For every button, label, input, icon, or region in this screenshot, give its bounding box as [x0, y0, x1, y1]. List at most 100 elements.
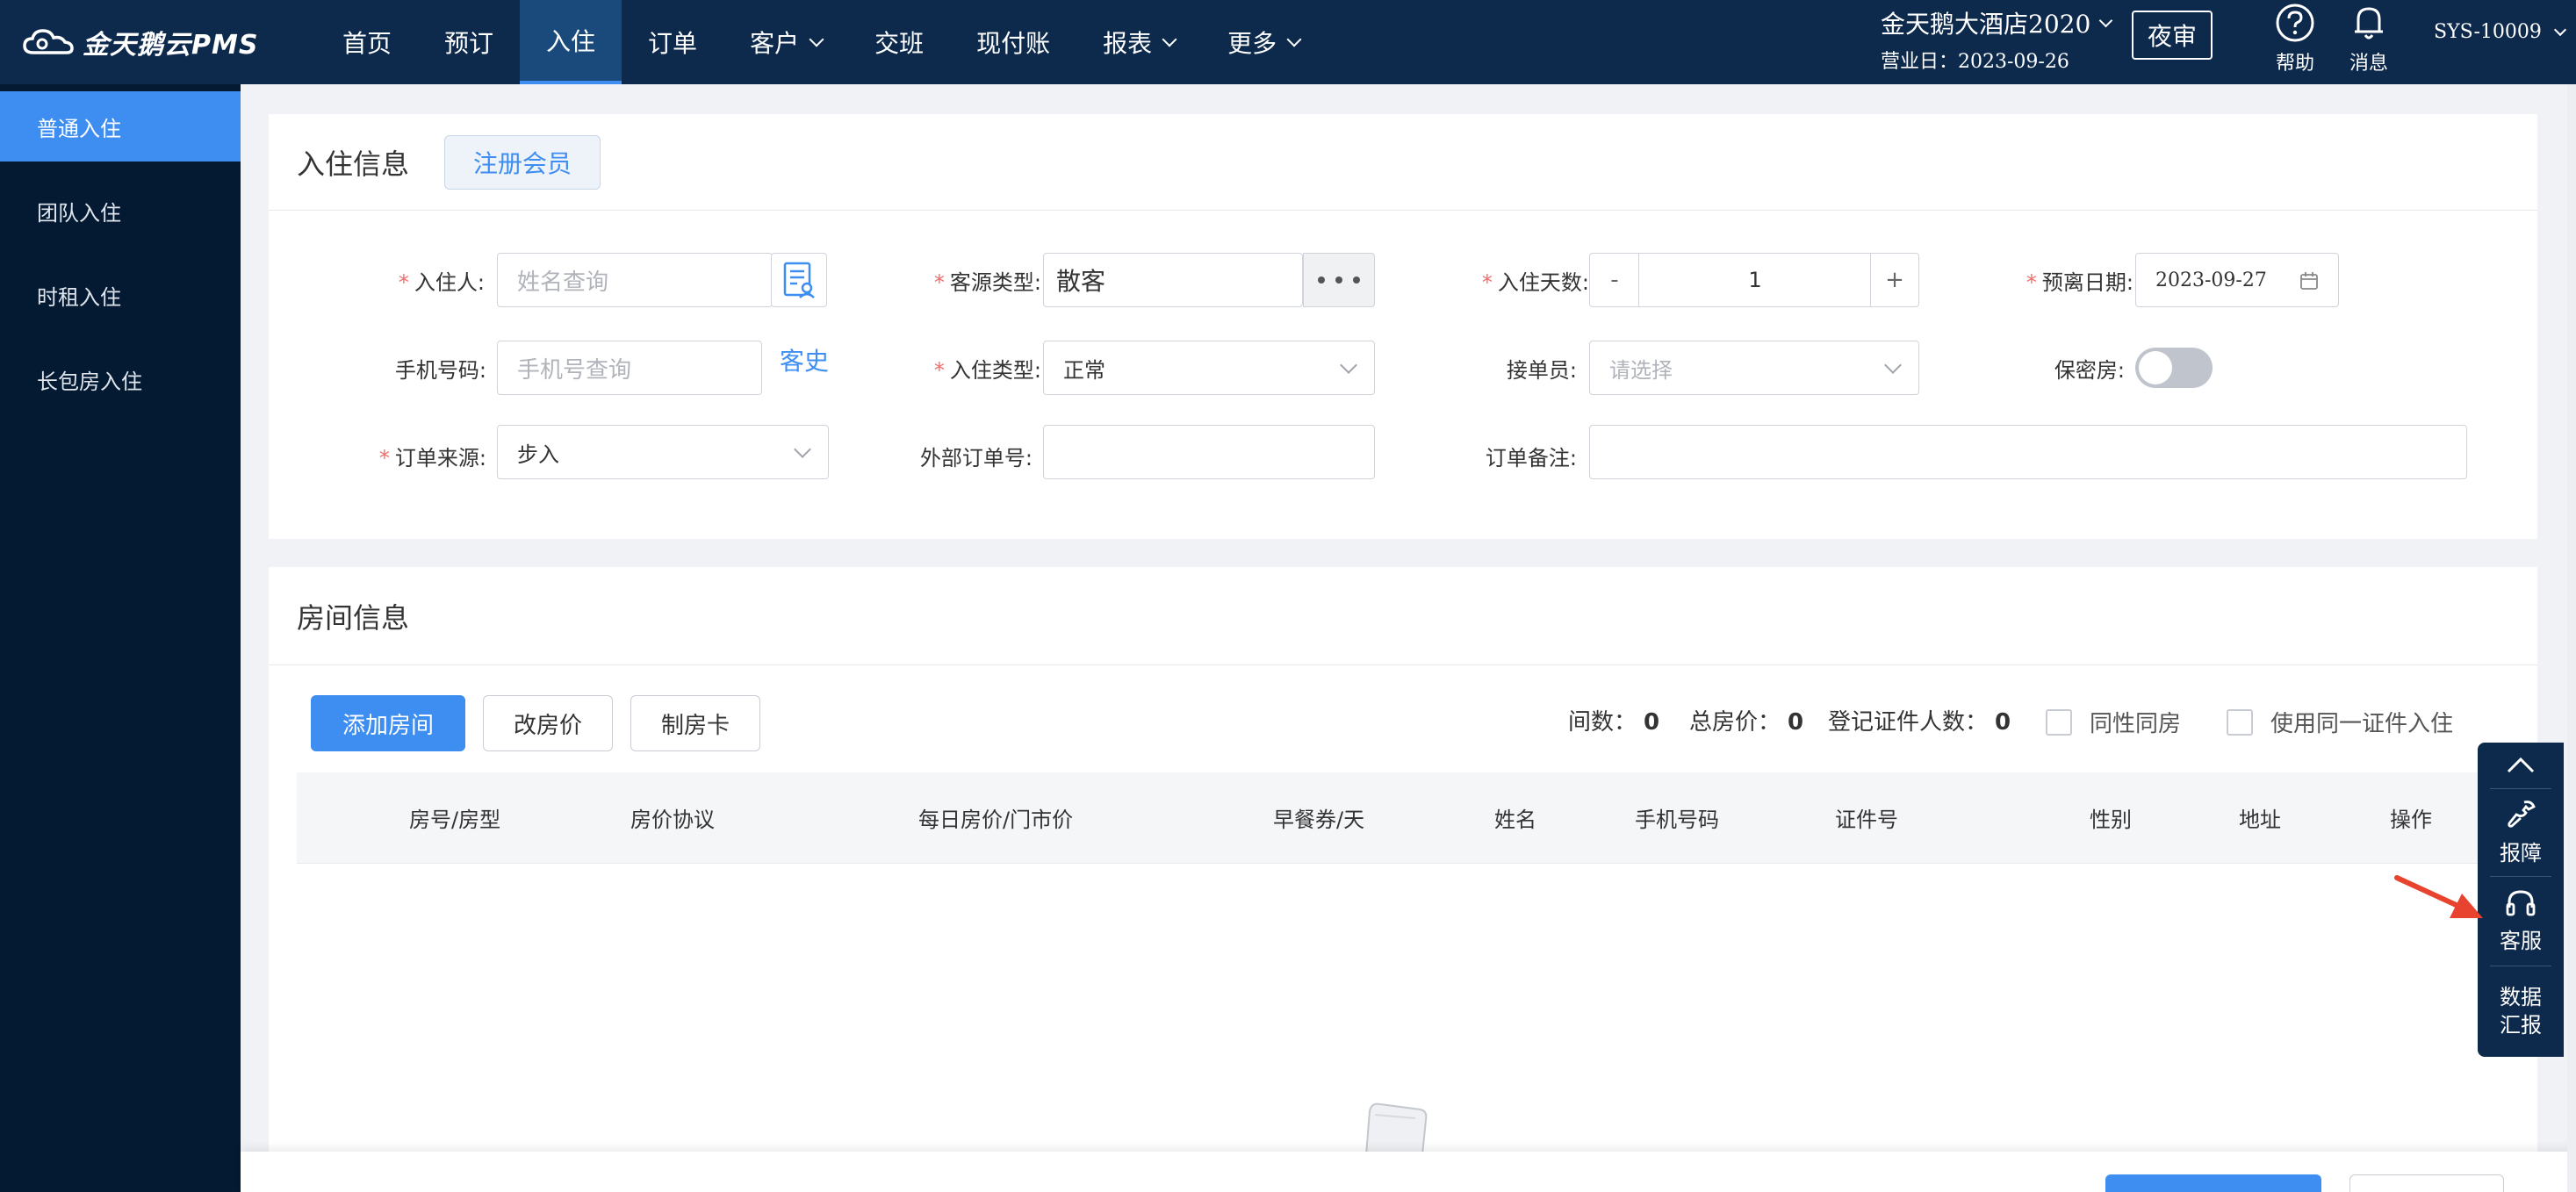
nav-shift-handover[interactable]: 交班	[848, 0, 950, 84]
source-type-field: 散客	[1043, 253, 1303, 307]
required-mark: *	[933, 358, 945, 383]
sidebar-item-hourly-checkin[interactable]: 时租入住	[0, 260, 241, 330]
nav-label: 预订	[444, 29, 494, 58]
nav-orders[interactable]: 订单	[622, 0, 723, 84]
guest-name-input[interactable]: 姓名查询	[497, 253, 773, 307]
external-order-label: 外部订单号:	[919, 446, 1033, 470]
checkin-type-label: * 入住类型:	[910, 353, 1041, 384]
empty-state-illustration	[1364, 1102, 1428, 1155]
nav-label: 现付账	[976, 29, 1051, 58]
make-room-card-button[interactable]: 制房卡	[630, 695, 760, 751]
checkin-type-select[interactable]: 正常	[1043, 341, 1375, 395]
receiver-select[interactable]: 请选择	[1589, 341, 1919, 395]
calendar-icon	[2300, 272, 2318, 290]
same-id-checkbox[interactable]	[2227, 709, 2253, 736]
required-mark: *	[378, 446, 390, 470]
required-mark: *	[933, 270, 945, 295]
chevron-down-icon	[2553, 23, 2566, 36]
stat-value: 0	[1995, 709, 2011, 736]
chevron-down-icon	[2098, 13, 2113, 27]
night-audit-button[interactable]: 夜审	[2132, 11, 2213, 60]
guest-history-link[interactable]: 客史	[780, 342, 829, 377]
nav-reports[interactable]: 报表	[1076, 0, 1201, 84]
data-report-button[interactable]: 数据 汇报	[2478, 983, 2564, 1039]
required-mark: *	[398, 270, 409, 295]
label-text: 入住类型:	[949, 358, 1041, 383]
phone-input[interactable]: 手机号查询	[497, 341, 762, 395]
external-order-input[interactable]	[1043, 425, 1375, 479]
field-value: 步入	[517, 442, 559, 467]
nav-label: 订单	[648, 29, 698, 58]
order-note-input[interactable]	[1589, 425, 2467, 479]
nights-increment-button[interactable]: +	[1870, 253, 1919, 307]
scroll-to-top-button[interactable]	[2478, 755, 2564, 779]
floating-service-panel: 报障 客服 数据 汇报	[2478, 743, 2564, 1057]
same-gender-label: 同性同房	[2090, 711, 2182, 737]
customer-service-button[interactable]: 客服	[2478, 888, 2564, 954]
change-price-button[interactable]: 改房价	[483, 695, 613, 751]
nav-customers[interactable]: 客户	[723, 0, 848, 84]
nights-decrement-button[interactable]: -	[1589, 253, 1640, 307]
nav-checkin[interactable]: 入住	[520, 0, 622, 84]
nav-more[interactable]: 更多	[1201, 0, 1326, 84]
id-card-reader-button[interactable]	[771, 253, 827, 307]
column-header: 每日房价/门市价	[918, 808, 1074, 832]
chevron-down-icon	[1286, 32, 1302, 47]
field-value: 正常	[1063, 357, 1105, 383]
column-header: 早餐券/天	[1273, 808, 1365, 832]
column-header: 操作	[2390, 808, 2432, 832]
field-value: 散客	[1056, 267, 1106, 296]
wrench-icon	[2508, 801, 2536, 828]
required-mark: *	[2026, 270, 2037, 295]
field-value: 2023-09-27	[2155, 269, 2267, 291]
secret-room-toggle[interactable]	[2135, 348, 2213, 388]
top-navbar: 金天鹅云PMS 首页 预订 入住 订单 客户 交班 现付账 报表 更多 金天鹅大…	[0, 0, 2576, 84]
brand-logo[interactable]: 金天鹅云PMS	[21, 19, 258, 65]
hotel-selector[interactable]: 金天鹅大酒店2020 营业日：2023-09-26	[1881, 5, 2113, 74]
checkin-info-header: 入住信息 注册会员	[269, 114, 2537, 211]
register-member-button[interactable]: 注册会员	[444, 134, 601, 190]
cancel-button[interactable]	[2349, 1174, 2504, 1192]
column-header: 地址	[2239, 808, 2281, 832]
sidebar-item-normal-checkin[interactable]: 普通入住	[0, 91, 241, 162]
same-gender-checkbox[interactable]	[2046, 709, 2072, 736]
main-nav: 首页 预订 入住 订单 客户 交班 现付账 报表 更多	[316, 0, 1326, 84]
nav-label: 首页	[342, 29, 392, 58]
nav-reservation[interactable]: 预订	[418, 0, 520, 84]
phone-label: 手机号码:	[394, 358, 486, 383]
secret-room-label: 保密房:	[2054, 358, 2125, 383]
source-type-picker-button[interactable]	[1303, 253, 1375, 307]
nights-input[interactable]: 1	[1638, 253, 1872, 307]
order-source-select[interactable]: 步入	[497, 425, 829, 479]
label-text: 客源类型:	[949, 270, 1041, 295]
departure-date-picker[interactable]: 2023-09-27	[2135, 253, 2339, 307]
sidebar-item-long-stay-checkin[interactable]: 长包房入住	[0, 344, 241, 414]
user-menu[interactable]: SYS-10009	[2434, 21, 2566, 43]
column-header: 手机号码	[1635, 808, 1719, 832]
chevron-up-icon	[2507, 757, 2535, 773]
messages-button[interactable]: 消息	[2334, 0, 2404, 84]
order-source-label: * 订单来源:	[360, 441, 486, 471]
id-count: 登记证件人数： 0	[1828, 704, 2011, 736]
help-button[interactable]: 帮助	[2260, 0, 2330, 84]
confirm-checkin-button[interactable]	[2105, 1174, 2321, 1192]
same-id-label: 使用同一证件入住	[2270, 711, 2454, 737]
chevron-down-icon	[1884, 356, 1902, 374]
report-fault-button[interactable]: 报障	[2478, 799, 2564, 866]
room-count: 间数： 0	[1568, 704, 1659, 736]
nav-cash-account[interactable]: 现付账	[950, 0, 1076, 84]
section-title: 房间信息	[297, 600, 410, 635]
add-room-button[interactable]: 添加房间	[311, 695, 465, 751]
label-text: 入住人:	[414, 270, 485, 295]
guest-label: * 入住人:	[386, 265, 485, 296]
sidebar-item-group-checkin[interactable]: 团队入住	[0, 176, 241, 246]
annotation-arrow	[2394, 875, 2483, 918]
source-type-label: * 客源类型:	[910, 265, 1041, 296]
required-mark: *	[1481, 270, 1493, 295]
nav-home[interactable]: 首页	[316, 0, 418, 84]
data-report-label-line1: 数据	[2500, 985, 2542, 1009]
nav-label: 交班	[874, 29, 925, 58]
column-header: 姓名	[1494, 808, 1536, 832]
page-scrollbar[interactable]	[2567, 84, 2576, 1192]
departure-label: * 预离日期:	[2002, 265, 2133, 296]
